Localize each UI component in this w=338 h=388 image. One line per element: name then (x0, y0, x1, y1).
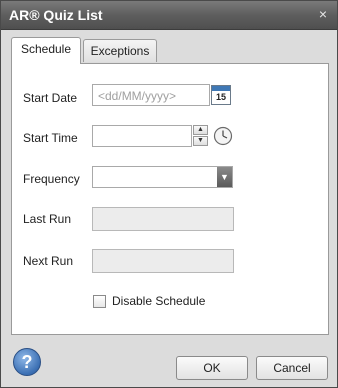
spin-down-button[interactable]: ▼ (193, 136, 208, 146)
dialog-window: AR® Quiz List × Schedule Exceptions Star… (0, 0, 338, 388)
start-time-label: Start Time (23, 131, 78, 145)
tab-schedule-label: Schedule (20, 42, 72, 56)
next-run-field (92, 249, 234, 273)
time-spinner: ▲ ▼ (193, 125, 209, 147)
window-title: AR® Quiz List (9, 7, 103, 23)
frequency-label: Frequency (23, 172, 80, 186)
title-bar: AR® Quiz List × (1, 1, 337, 30)
close-icon[interactable]: × (315, 6, 331, 22)
last-run-field (92, 207, 234, 231)
spin-up-button[interactable]: ▲ (193, 125, 208, 135)
tab-exceptions[interactable]: Exceptions (83, 39, 157, 62)
schedule-panel: Start Date <dd/MM/yyyy> 15 Start Time ▲ … (11, 63, 329, 335)
disable-schedule-checkbox[interactable] (93, 295, 106, 308)
disable-schedule-label[interactable]: Disable Schedule (112, 294, 205, 308)
start-date-label: Start Date (23, 91, 78, 105)
calendar-icon[interactable]: 15 (211, 85, 231, 105)
next-run-label: Next Run (23, 254, 74, 268)
clock-icon[interactable] (213, 126, 233, 146)
tab-exceptions-label: Exceptions (90, 44, 150, 58)
chevron-down-icon[interactable]: ▼ (217, 167, 232, 187)
tab-schedule[interactable]: Schedule (11, 37, 81, 64)
cancel-button[interactable]: Cancel (256, 356, 328, 380)
calendar-day-number: 15 (215, 92, 226, 102)
frequency-select[interactable]: ▼ (92, 166, 233, 188)
start-date-placeholder: <dd/MM/yyyy> (98, 89, 177, 103)
last-run-label: Last Run (23, 212, 72, 226)
ok-button[interactable]: OK (176, 356, 248, 380)
start-date-input[interactable]: <dd/MM/yyyy> (92, 84, 210, 106)
help-icon[interactable]: ? (13, 348, 41, 376)
start-time-input[interactable] (92, 125, 192, 147)
